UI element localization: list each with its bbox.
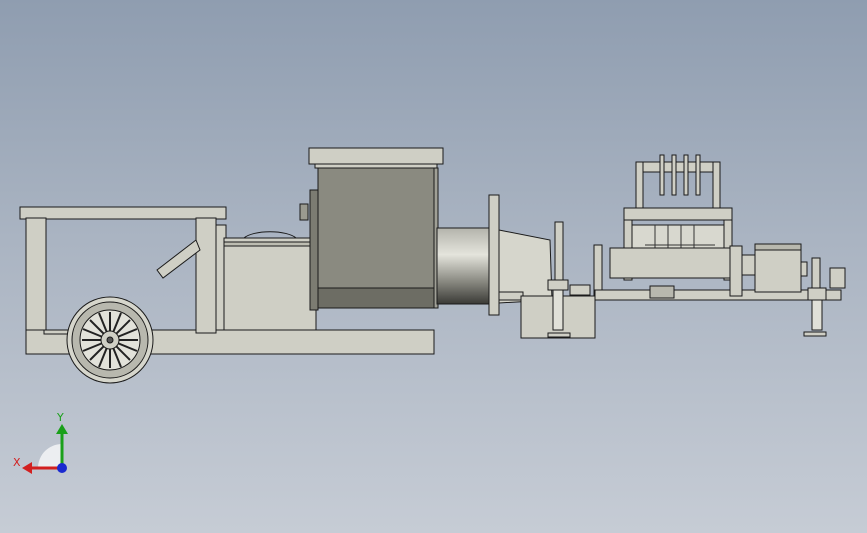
z-axis-dot bbox=[57, 463, 67, 473]
cad-graphics-viewport[interactable]: Y X bbox=[0, 0, 867, 533]
right-tower-frame bbox=[609, 154, 743, 297]
machine-model-side-view[interactable] bbox=[0, 0, 867, 533]
triad-xy-plane bbox=[38, 444, 62, 468]
y-axis-label: Y bbox=[56, 411, 64, 424]
orientation-triad: Y X bbox=[13, 411, 68, 474]
right-motor-box bbox=[741, 243, 808, 293]
hopper-housing bbox=[308, 147, 444, 311]
x-axis-label: X bbox=[13, 456, 21, 469]
wheel bbox=[66, 296, 154, 384]
